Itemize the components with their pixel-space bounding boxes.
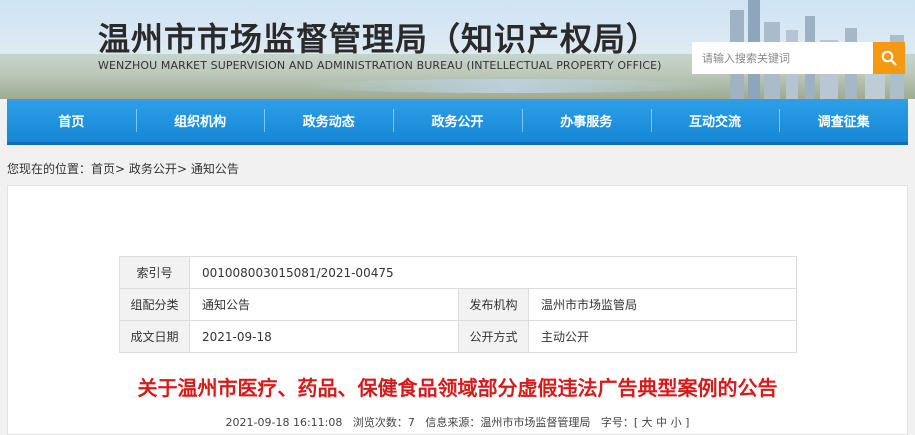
category-label: 组配分类 [119,288,190,321]
disclosure-value: 主动公开 [528,320,797,353]
nav-organization[interactable]: 组织机构 [135,99,265,142]
table-row: 成文日期 2021-09-18 公开方式 主动公开 [119,320,797,353]
disclosure-label: 公开方式 [458,320,529,353]
nav-disclosure[interactable]: 政务公开 [393,99,522,142]
font-size-large[interactable]: 大 [642,416,653,429]
index-label: 索引号 [119,256,190,289]
category-value: 通知公告 [189,288,459,321]
date-label: 成文日期 [119,320,190,353]
font-size-label: 字号： [600,416,634,429]
header-banner: 温州市市场监督管理局（知识产权局） WENZHOU MARKET SUPERVI… [0,0,915,99]
article-panel: 索引号 001008003015081/2021-00475 组配分类 通知公告… [7,185,908,435]
nav-home[interactable]: 首页 [7,99,136,142]
source-value: 温州市市场监督管理局 [480,416,591,429]
source-label: 信息来源： [425,416,481,429]
publisher-value: 温州市市场监管局 [528,288,797,321]
table-row: 组配分类 通知公告 发布机构 温州市市场监管局 [119,288,797,321]
article-title: 关于温州市医疗、药品、保健食品领域部分虚假违法广告典型案例的公告 [137,376,778,400]
nav-news[interactable]: 政务动态 [264,99,393,142]
search-icon [881,50,897,66]
breadcrumb: 您现在的位置：首页> 政务公开> 通知公告 [7,160,239,177]
nav-services[interactable]: 办事服务 [521,99,651,142]
search-box [692,42,905,74]
date-value: 2021-09-18 [189,320,459,353]
table-row: 索引号 001008003015081/2021-00475 [119,256,797,289]
font-size-small[interactable]: 小 [671,416,682,429]
views-count: 7 [407,416,415,429]
metadata-table: 索引号 001008003015081/2021-00475 组配分类 通知公告… [119,256,797,353]
nav-interaction[interactable]: 互动交流 [650,99,780,142]
site-title-english: WENZHOU MARKET SUPERVISION AND ADMINISTR… [98,59,662,72]
breadcrumb-separator: > [115,162,126,176]
breadcrumb-disclosure[interactable]: 政务公开 [129,162,177,176]
views-label: 浏览次数： [352,416,408,429]
font-size-medium[interactable]: 中 [656,416,667,429]
article-meta: 2021-09-18 16:11:08 浏览次数：7 信息来源：温州市市场监督管… [225,416,690,429]
main-nav: 首页 组织机构 政务动态 政务公开 办事服务 互动交流 调查征集 [7,99,908,145]
search-input[interactable] [692,42,873,74]
publish-date: 2021-09-18 16:11:08 [225,416,343,429]
nav-survey[interactable]: 调查征集 [779,99,908,142]
site-title: 温州市市场监督管理局（知识产权局） [98,20,660,58]
banner-river [300,79,720,93]
index-value: 001008003015081/2021-00475 [189,256,797,289]
search-button[interactable] [873,42,905,74]
breadcrumb-home[interactable]: 首页 [91,162,115,176]
publisher-label: 发布机构 [458,288,529,321]
breadcrumb-separator: > [176,162,187,176]
breadcrumb-notices[interactable]: 通知公告 [191,162,239,176]
breadcrumb-prefix: 您现在的位置： [7,162,92,176]
